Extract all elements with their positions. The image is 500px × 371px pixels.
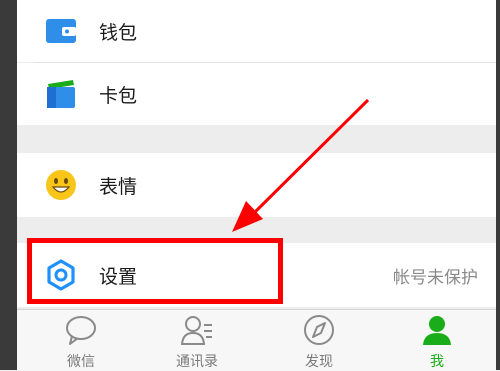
smiley-face-icon: [46, 170, 76, 200]
right-frame-edge: [496, 0, 500, 370]
me-page: 钱包 卡包 表情 设置 帐号未保护 微信 通讯录 发现 我: [17, 0, 496, 371]
tab-label: 发现: [305, 354, 333, 370]
account-protection-status: 帐号未保护: [393, 267, 478, 288]
wallet-icon: [46, 19, 76, 43]
tab-label: 我: [430, 354, 444, 370]
card-pack-icon: [47, 80, 75, 108]
cards-label: 卡包: [99, 84, 138, 107]
tab-label: 微信: [67, 354, 95, 370]
bottom-tab-bar: 微信 通讯录 发现 我: [17, 309, 496, 371]
tab-contacts[interactable]: 通讯录: [147, 310, 247, 371]
tab-me[interactable]: 我: [387, 310, 487, 371]
chat-bubble-icon: [66, 316, 96, 345]
menu-item-wallet[interactable]: 钱包: [17, 0, 496, 62]
menu-item-stickers[interactable]: 表情: [17, 153, 496, 217]
tab-discover[interactable]: 发现: [269, 310, 369, 371]
tab-label: 通讯录: [176, 354, 218, 370]
stickers-label: 表情: [99, 175, 138, 198]
annotation-highlight-box: [27, 238, 283, 304]
contacts-icon: [180, 316, 212, 345]
wallet-label: 钱包: [99, 21, 138, 44]
left-frame-edge: [0, 0, 17, 370]
compass-icon: [304, 315, 334, 345]
person-icon: [423, 316, 451, 345]
tab-chats[interactable]: 微信: [31, 310, 131, 371]
menu-item-cards[interactable]: 卡包: [17, 63, 496, 125]
